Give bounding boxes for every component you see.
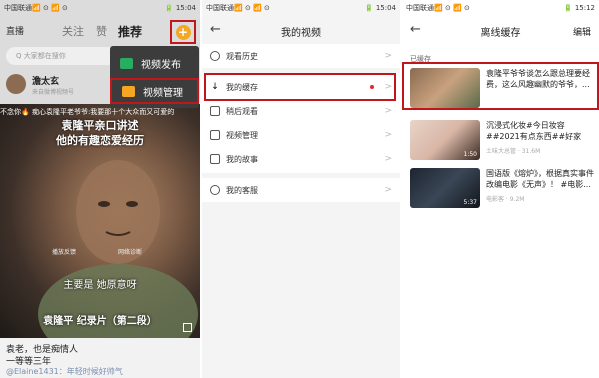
cached-video-item[interactable]: 5:37 国语版《熔炉》，根据真实事件改编电影《无声》！ #电影... 电影客 …: [410, 168, 599, 212]
video-title: 袁隆平亲口讲述 他的有趣恋爱经历: [0, 118, 200, 148]
headset-icon: [210, 185, 220, 195]
scrolling-danmaku: 不念你🔥 痴心袁隆平老爷爷:我要那十个大众而又可爱的: [0, 108, 175, 116]
highlight-box: [402, 62, 599, 110]
menu-item-label: 视频管理: [143, 87, 183, 99]
tab-following[interactable]: 关注: [62, 23, 84, 39]
story-icon: [210, 154, 220, 164]
video-title-line1: 袁隆平亲口讲述: [61, 119, 139, 132]
video-meta: 土味大总管 · 31.6M: [486, 148, 541, 155]
author-source: 来自微博视频号: [32, 89, 75, 96]
tab-likes[interactable]: 赞: [96, 23, 107, 39]
menu-item-publish-video[interactable]: 视频发布: [110, 50, 199, 76]
watch-later-icon: [210, 106, 220, 116]
status-carrier: 中国联通📶 ⊙ 📶 ⊙: [406, 4, 470, 12]
chevron-right-icon: >: [384, 51, 392, 61]
page-title: 我的视频: [281, 28, 321, 39]
status-bar: 中国联通📶 ⊙ 📶 ⊙ 🔋 15:04: [202, 0, 400, 16]
menu-item-label: 稍后观看: [226, 106, 258, 116]
video-caption: 袁隆平 纪录片（第二段）: [43, 316, 157, 327]
status-time: 🔋 15:04: [364, 4, 396, 12]
video-thumbnail: 1:50: [410, 120, 480, 160]
chevron-right-icon: >: [384, 154, 392, 164]
status-time: 🔋 15:12: [563, 4, 595, 12]
author-row[interactable]: 澹太玄 来自微博视频号: [0, 72, 110, 102]
author-name[interactable]: 澹太玄: [32, 74, 59, 87]
video-player[interactable]: 不念你🔥 痴心袁隆平老爷爷:我要那十个大众而又可爱的 袁隆平亲口讲述 他的有趣恋…: [0, 104, 200, 338]
fullscreen-icon[interactable]: [183, 323, 192, 332]
chevron-right-icon: >: [384, 130, 392, 140]
status-carrier: 中国联通📶 ⊙ 📶 ⊙: [206, 4, 270, 12]
page-title: 离线缓存: [480, 28, 521, 39]
video-duration: 5:37: [463, 199, 477, 206]
menu-item-video-management[interactable]: 视频管理 >: [202, 123, 400, 147]
status-carrier: 中国联通📶 ⊙ 📶 ⊙: [4, 4, 68, 12]
history-icon: [210, 51, 220, 61]
menu-item-customer-service[interactable]: 我的客服 >: [202, 178, 400, 202]
video-title-line2: 他的有趣恋爱经历: [56, 134, 144, 147]
tab-recommended[interactable]: 推荐: [118, 23, 142, 40]
home-feed-panel: 中国联通📶 ⊙ 📶 ⊙ 🔋 15:04 直播 关注 赞 推荐 Q 大家都在搜你 …: [0, 0, 200, 378]
playback-feedback-button[interactable]: 播放反馈: [52, 247, 76, 256]
video-publish-icon: [120, 57, 133, 69]
chevron-right-icon: >: [384, 106, 392, 116]
video-thumbnail: 5:37: [410, 168, 480, 208]
offline-cache-panel: 中国联通📶 ⊙ 📶 ⊙ 🔋 15:12 ← 离线缓存 编辑 已缓存 袁隆平爷爷谈…: [402, 0, 599, 378]
menu-item-label: 视频发布: [141, 59, 181, 71]
cached-video-item[interactable]: 1:50 沉浸式化妆#今日妆容##2021有点东西##好家伙... 土味大总管 …: [410, 120, 599, 164]
menu-item-manage-video[interactable]: 视频管理: [110, 78, 199, 104]
menu-item-label: 视频管理: [226, 130, 258, 140]
menu-item-watch-later[interactable]: 稍后观看 >: [202, 99, 400, 123]
menu-item-label: 观看历史: [226, 51, 258, 61]
status-bar: 中国联通📶 ⊙ 📶 ⊙ 🔋 15:04: [0, 0, 200, 16]
menu-group-history: 观看历史 >: [202, 44, 400, 68]
avatar[interactable]: [6, 74, 26, 94]
top-comment[interactable]: @Elaine1431：年轻时候好帅气: [6, 366, 123, 377]
post-description: 袁老，也是痴情人 一等等三年 @Elaine1431：年轻时候好帅气: [0, 338, 200, 378]
video-manage-icon: [122, 85, 135, 97]
video-duration: 1:50: [463, 151, 477, 158]
live-logo[interactable]: 直播: [6, 24, 24, 37]
status-bar: 中国联通📶 ⊙ 📶 ⊙ 🔋 15:12: [402, 0, 599, 16]
menu-item-label: 我的故事: [226, 154, 258, 164]
menu-group-service: 我的客服 >: [202, 178, 400, 202]
video-manage-icon: [210, 130, 220, 140]
chevron-right-icon: >: [384, 185, 392, 195]
video-title: 国语版《熔炉》，根据真实事件改编电影《无声》！ #电影...: [486, 169, 594, 189]
menu-item-watch-history[interactable]: 观看历史 >: [202, 44, 400, 68]
menu-item-my-story[interactable]: 我的故事 >: [202, 147, 400, 171]
edit-button[interactable]: 编辑: [573, 25, 591, 38]
status-time: 🔋 15:04: [164, 4, 196, 12]
create-button[interactable]: +: [170, 20, 196, 44]
menu-item-label: 我的客服: [226, 185, 258, 195]
highlight-box: [204, 73, 396, 101]
network-diagnosis-button[interactable]: 网络诊断: [118, 247, 142, 256]
create-menu-popup: 视频发布 视频管理: [110, 46, 199, 108]
video-title: 沉浸式化妆#今日妆容##2021有点东西##好家伙...: [486, 121, 582, 141]
video-meta: 电影客 · 9.2M: [486, 196, 525, 203]
my-videos-panel: 中国联通📶 ⊙ 📶 ⊙ 🔋 15:04 ← 我的视频 观看历史 > ↓ 我的缓存…: [202, 0, 400, 378]
video-subtitle: 主要是 她原意呀: [63, 280, 137, 291]
plus-icon: +: [175, 24, 191, 40]
